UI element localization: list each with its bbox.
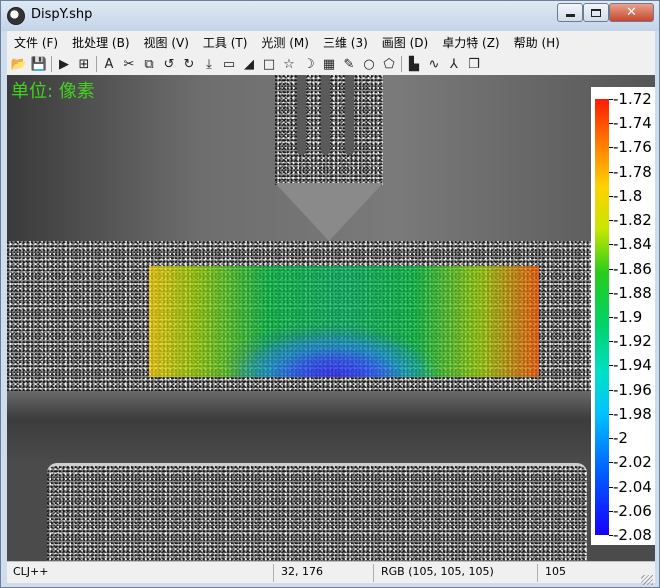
menu-3d[interactable]: 三维 (3)	[316, 34, 375, 51]
axes-icon[interactable]: ⅄	[444, 54, 464, 74]
window-title: DispY.shp	[31, 7, 93, 22]
displacement-min-region	[227, 325, 427, 377]
colorbar-tick-label: -1.84	[613, 235, 652, 254]
colorbar-tick-label: -2.02	[613, 453, 652, 472]
fork-slot	[297, 75, 306, 155]
colorbar-tick-label: -1.96	[613, 380, 652, 399]
pencil-icon[interactable]: ✎	[339, 54, 359, 74]
colorbar-tick-label: -1.9	[613, 308, 643, 326]
colorbar-gradient	[595, 99, 609, 535]
toolbar-separator	[401, 56, 402, 72]
maximize-button[interactable]	[583, 3, 609, 22]
support-block	[47, 463, 587, 561]
menu-bar: 文件 (F) 批处理 (B) 视图 (V) 工具 (T) 光测 (M) 三维 (3) 画图 …	[7, 31, 655, 53]
status-divider	[273, 564, 274, 582]
colorbar-tick-label: -1.72	[613, 90, 652, 108]
colorbar-tick-label: -1.86	[613, 259, 652, 278]
waveform-icon[interactable]: ∿	[424, 54, 444, 74]
crop-icon[interactable]: ⧉	[139, 54, 159, 74]
scissors-icon[interactable]: ✂	[119, 54, 139, 74]
toolbar: 📂 💾 ▶ ⊞ A ✂ ⧉ ↺ ↻ ⤓ ▭ ◢ □ ☆ ☽ ▦ ✎ ○ ⬠ ▙ ∿ ⅄ ❒	[7, 53, 655, 75]
close-button[interactable]: ✕	[609, 3, 654, 22]
menu-view[interactable]: 视图 (V)	[137, 34, 196, 51]
minimize-button[interactable]	[557, 3, 583, 22]
menu-tools[interactable]: 工具 (T)	[196, 34, 255, 51]
close-icon: ✕	[626, 5, 637, 20]
play-icon[interactable]: ▶	[54, 54, 74, 74]
status-value: 105	[545, 565, 566, 578]
image-canvas[interactable]	[7, 75, 655, 561]
background-gap	[7, 391, 655, 461]
rotate-left-icon[interactable]: ↺	[159, 54, 179, 74]
colorbar-tick-label: -1.94	[613, 356, 652, 375]
status-rgb: RGB (105, 105, 105)	[381, 565, 494, 578]
bar-ramp-icon[interactable]: ◢	[239, 54, 259, 74]
colorbar-tick-label: -2.06	[613, 501, 652, 520]
menu-batch[interactable]: 批处理 (B)	[65, 34, 136, 51]
fork-slot	[345, 75, 354, 155]
colorbar-tick-label: -1.74	[613, 114, 652, 133]
yin-yang-icon[interactable]	[7, 7, 25, 25]
app-window: DispY.shp ✕ 文件 (F) 批处理 (B) 视图 (V) 工具 (T) 光测 …	[0, 0, 660, 588]
download-icon[interactable]: ⤓	[199, 54, 219, 74]
polygon-icon[interactable]: ⬠	[379, 54, 399, 74]
status-mode: CLJ++	[13, 565, 49, 578]
ruler-icon[interactable]: ▭	[219, 54, 239, 74]
colorbar-tick-label: -1.92	[613, 332, 652, 351]
maximize-icon	[591, 8, 601, 17]
menu-file[interactable]: 文件 (F)	[7, 34, 65, 51]
histogram-icon[interactable]: ▙	[404, 54, 424, 74]
rotate-right-icon[interactable]: ↻	[179, 54, 199, 74]
menu-zhuolite[interactable]: 卓力特 (Z)	[435, 34, 506, 51]
text-icon[interactable]: A	[99, 54, 119, 74]
colorbar-tick-label: -1.76	[613, 138, 652, 157]
toolbar-separator	[51, 56, 52, 72]
open-folder-icon[interactable]: 📂	[9, 54, 29, 74]
save-icon[interactable]: 💾	[29, 54, 49, 74]
status-divider	[537, 564, 538, 582]
loading-fork	[275, 75, 383, 185]
menu-draw[interactable]: 画图 (D)	[375, 34, 435, 51]
unit-label: 单位: 像素	[11, 81, 95, 102]
colorbar-tick-label: -1.82	[613, 211, 652, 230]
colorbar-tick-label: -1.88	[613, 283, 652, 302]
colorbar-tick-label: -1.78	[613, 162, 652, 181]
title-bar[interactable]: DispY.shp ✕	[1, 1, 659, 31]
layout-icon[interactable]: ⊞	[74, 54, 94, 74]
status-divider	[373, 564, 374, 582]
colorbar-tick-label: -1.8	[613, 186, 643, 205]
circle-icon[interactable]: ○	[359, 54, 379, 74]
star-icon[interactable]: ☆	[279, 54, 299, 74]
resize-grip[interactable]	[641, 575, 653, 585]
colorbar-tick-label: -1.98	[613, 404, 652, 423]
colorbar-tick-label: -2.08	[613, 526, 652, 544]
cube-icon[interactable]: ❒	[464, 54, 484, 74]
rectangle-icon[interactable]: □	[259, 54, 279, 74]
minimize-icon	[565, 14, 575, 17]
toolbar-separator	[96, 56, 97, 72]
colormap-icon[interactable]: ▦	[319, 54, 339, 74]
fork-slot	[321, 75, 330, 155]
colorbar-tick-label: -2	[613, 429, 628, 448]
menu-optical[interactable]: 光测 (M)	[254, 34, 316, 51]
status-coords: 32, 176	[281, 565, 323, 578]
colorbar-tick-label: -2.04	[613, 477, 652, 496]
crescent-icon[interactable]: ☽	[299, 54, 319, 74]
fork-tip	[275, 183, 383, 241]
status-bar: CLJ++ 32, 176 RGB (105, 105, 105) 105	[7, 561, 655, 583]
menu-help[interactable]: 帮助 (H)	[507, 34, 567, 51]
